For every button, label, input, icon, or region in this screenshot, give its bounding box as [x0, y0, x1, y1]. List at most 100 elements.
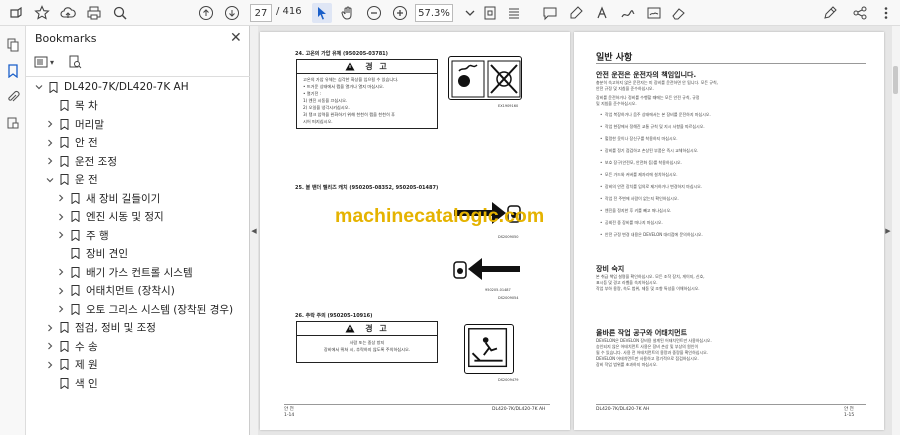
- bookmark-tree: DL420-7K/DL420-7K AH 목 차 머리말 안 전운전 조정운 전새 장…: [26, 78, 250, 393]
- page-down-icon[interactable]: [222, 3, 242, 23]
- bookmark-item[interactable]: 어태치먼트 (장착시): [26, 282, 250, 301]
- section-25-title: 25. 볼 밴더 텔리즈 캐치 (950205-08352, 950205-01…: [295, 185, 439, 191]
- warning-line: 1) 엔진 시동을 끄십시오.: [303, 98, 348, 103]
- comment-icon[interactable]: [540, 3, 560, 23]
- scrollbar-thumb[interactable]: [893, 66, 898, 94]
- zoom-dropdown-icon[interactable]: [460, 3, 480, 23]
- share-icon[interactable]: [850, 3, 870, 23]
- right-collapse-arrow[interactable]: ▶: [884, 26, 892, 435]
- home-icon[interactable]: [6, 3, 26, 23]
- attachments-icon[interactable]: [4, 88, 22, 106]
- bookmark-label: 색 인: [75, 377, 98, 390]
- fit-page-icon[interactable]: [480, 3, 500, 23]
- chevron-right-icon[interactable]: [45, 138, 55, 148]
- panel-splitter[interactable]: ◀: [250, 26, 258, 435]
- bookmark-icon: [70, 192, 80, 204]
- text-markup-icon[interactable]: [592, 3, 612, 23]
- bookmark-icon: [59, 322, 69, 334]
- bookmark-item[interactable]: 목 차: [26, 97, 250, 116]
- pdf-page-right: 일반 사항 안전 운전은 운전자의 책임입니다. 충분히 숙고하지 않은 운전자…: [574, 32, 884, 430]
- bookmark-options-icon[interactable]: ▾: [34, 54, 60, 70]
- chevron-right-icon[interactable]: [56, 193, 66, 203]
- bookmark-item[interactable]: 운 전: [26, 171, 250, 190]
- bookmark-item[interactable]: 제 원: [26, 356, 250, 375]
- bookmark-label: 제 원: [75, 359, 98, 372]
- bookmark-label: 배기 가스 컨트롤 시스템: [86, 266, 193, 279]
- bookmark-icon: [59, 137, 69, 149]
- zoom-in-icon[interactable]: [390, 3, 410, 23]
- bookmark-icon: [70, 266, 80, 278]
- chevron-right-icon[interactable]: [56, 286, 66, 296]
- bookmark-item[interactable]: 주 행: [26, 226, 250, 245]
- scroll-mode-icon[interactable]: [504, 3, 524, 23]
- draw-icon[interactable]: [618, 3, 638, 23]
- pictogram-code: DS2009479: [498, 378, 519, 382]
- select-cursor-icon[interactable]: [312, 3, 332, 23]
- bookmark-item[interactable]: 새 장비 길들이기: [26, 189, 250, 208]
- bookmark-icon: [59, 377, 69, 389]
- fill-sign-icon[interactable]: [644, 3, 664, 23]
- bookmark-item[interactable]: 장비 견인: [26, 245, 250, 264]
- document-viewport[interactable]: 24. 고온의 가압 유체 (950205-03781) 경 고 고온의 가압 …: [258, 26, 892, 435]
- layers-lock-icon[interactable]: [4, 114, 22, 132]
- chevron-right-icon[interactable]: [56, 304, 66, 314]
- bookmark-item[interactable]: 점검, 정비 및 조정: [26, 319, 250, 338]
- bookmark-icon: [59, 100, 69, 112]
- page-total-label: / 416: [276, 6, 302, 17]
- highlight-pen-icon[interactable]: [566, 3, 586, 23]
- more-menu-icon[interactable]: [876, 3, 896, 23]
- chevron-right-icon[interactable]: [45, 323, 55, 333]
- bookmarks-panel: Bookmarks ✕ ▾ DL420-7K/DL420-7K AH 목 차 머리말…: [26, 26, 250, 435]
- chevron-right-icon[interactable]: [45, 341, 55, 351]
- chevron-right-icon[interactable]: [45, 119, 55, 129]
- find-bookmark-icon[interactable]: [68, 54, 94, 70]
- chevron-right-icon[interactable]: [56, 267, 66, 277]
- bookmark-item[interactable]: 운전 조정: [26, 152, 250, 171]
- bookmark-icon: [70, 248, 80, 260]
- bookmark-item[interactable]: 안 전: [26, 134, 250, 153]
- bookmark-item[interactable]: 수 송: [26, 337, 250, 356]
- edit-pdf-icon[interactable]: [820, 3, 840, 23]
- bookmark-item[interactable]: DL420-7K/DL420-7K AH: [26, 78, 250, 97]
- page-up-icon[interactable]: [196, 3, 216, 23]
- bookmark-label: 점검, 정비 및 조정: [75, 322, 156, 335]
- hot-fluid-pictogram: [448, 56, 522, 100]
- fall-hazard-pictogram: [464, 324, 514, 374]
- bookmark-item[interactable]: 머리말: [26, 115, 250, 134]
- panel-title: Bookmarks: [35, 32, 97, 45]
- right-paragraph: 본 취급 책임 설명을 확인하십시오. 모든 조작 장치, 게이지, 신호, 표…: [596, 274, 705, 291]
- bookmarks-icon[interactable]: [4, 62, 22, 80]
- thumbnails-icon[interactable]: [4, 36, 22, 54]
- chevron-right-icon[interactable]: [56, 212, 66, 222]
- bookmark-item[interactable]: 배기 가스 컨트롤 시스템: [26, 263, 250, 282]
- page-number-input[interactable]: 27: [250, 4, 272, 22]
- chevron-right-icon[interactable]: [56, 230, 66, 240]
- bookmark-item[interactable]: 색 인: [26, 374, 250, 393]
- chevron-right-icon[interactable]: [45, 360, 55, 370]
- upload-cloud-icon[interactable]: [58, 3, 78, 23]
- right-bullet-list: • 작업 복장하거나 음주 상태에서는 본 장비를 운전하지 마십시오. • 작…: [600, 112, 711, 237]
- bookmark-item[interactable]: 엔진 시동 및 정지: [26, 208, 250, 227]
- zoom-level-input[interactable]: 57.3%: [415, 4, 453, 22]
- chevron-right-icon[interactable]: [45, 156, 55, 166]
- pdf-page-left: 24. 고온의 가압 유체 (950205-03781) 경 고 고온의 가압 …: [260, 32, 570, 430]
- footer-model: DL420-7K/DL420-7K AH: [596, 407, 650, 412]
- eraser-icon[interactable]: [668, 3, 688, 23]
- search-icon[interactable]: [110, 3, 130, 23]
- zoom-out-icon[interactable]: [364, 3, 384, 23]
- chevron-down-icon[interactable]: [45, 175, 55, 185]
- hand-tool-icon[interactable]: [338, 3, 358, 23]
- vertical-scrollbar[interactable]: [892, 26, 900, 435]
- bookmark-star-icon[interactable]: [32, 3, 52, 23]
- bookmark-label: 장비 견인: [86, 248, 128, 261]
- bookmark-label: 운전 조정: [75, 155, 117, 168]
- close-icon[interactable]: ✕: [230, 30, 242, 46]
- bookmark-item[interactable]: 오토 그리스 시스템 (장착된 경우): [26, 300, 250, 319]
- bookmark-label: 운 전: [75, 174, 98, 187]
- right-heading-safety: 안전 운전은 운전자의 책임입니다.: [596, 71, 697, 79]
- warning-line: 3) 탱크 압력을 완화하기 위해 천천히 캡을 천천히 푸: [303, 112, 395, 117]
- print-icon[interactable]: [84, 3, 104, 23]
- chevron-down-icon[interactable]: [34, 82, 44, 92]
